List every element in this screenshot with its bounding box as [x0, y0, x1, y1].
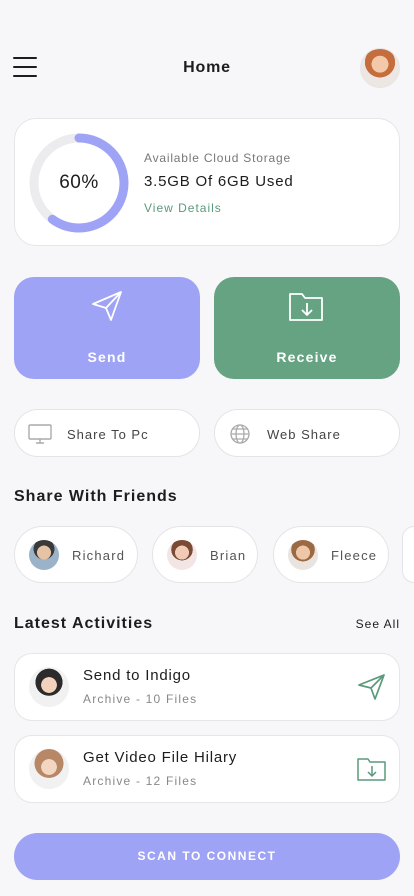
web-share-label: Web Share [267, 427, 341, 442]
paper-plane-icon [14, 289, 200, 328]
friend-chip-partial[interactable] [402, 526, 414, 583]
view-details-link[interactable]: View Details [144, 201, 222, 215]
receive-button[interactable]: Receive [214, 277, 400, 379]
storage-heading: Available Cloud Storage [144, 151, 291, 165]
folder-download-icon [357, 758, 386, 781]
friend-avatar [29, 540, 59, 570]
monitor-icon [28, 424, 52, 444]
storage-card: 60% Available Cloud Storage 3.5GB Of 6GB… [14, 118, 400, 246]
send-label: Send [87, 349, 127, 365]
receive-label: Receive [276, 349, 338, 365]
user-avatar[interactable] [360, 48, 400, 88]
share-to-pc-label: Share To Pc [67, 427, 149, 442]
storage-percent: 60% [59, 172, 99, 193]
activity-avatar [29, 667, 69, 707]
storage-usage: 3.5GB Of 6GB Used [144, 173, 294, 190]
share-to-pc-button[interactable]: Share To Pc [14, 409, 200, 457]
web-share-button[interactable]: Web Share [214, 409, 400, 457]
send-button[interactable]: Send [14, 277, 200, 379]
activity-subtitle: Archive - 12 Files [83, 774, 198, 788]
activities-section-title: Latest Activities [14, 615, 154, 632]
friend-avatar [288, 540, 318, 570]
folder-download-icon [214, 289, 400, 328]
friend-chip-brian[interactable]: Brian [152, 526, 258, 583]
friend-name: Richard [72, 548, 126, 563]
scan-to-connect-button[interactable]: SCAN TO CONNECT [14, 833, 400, 880]
friend-name: Fleece [331, 548, 378, 563]
friend-chip-fleece[interactable]: Fleece [273, 526, 389, 583]
activity-subtitle: Archive - 10 Files [83, 692, 198, 706]
see-all-link[interactable]: See All [356, 617, 400, 631]
globe-icon [230, 424, 250, 444]
paper-plane-icon [358, 674, 385, 700]
friend-avatar [167, 540, 197, 570]
friend-name: Brian [210, 548, 247, 563]
activity-title: Send to Indigo [83, 667, 191, 684]
friend-chip-richard[interactable]: Richard [14, 526, 138, 583]
friends-section-title: Share With Friends [14, 488, 178, 505]
top-bar: Home [0, 44, 414, 92]
activity-avatar [29, 749, 69, 789]
activity-title: Get Video File Hilary [83, 749, 238, 766]
page-title: Home [183, 59, 231, 76]
activity-item[interactable]: Send to Indigo Archive - 10 Files [14, 653, 400, 721]
activity-item[interactable]: Get Video File Hilary Archive - 12 Files [14, 735, 400, 803]
